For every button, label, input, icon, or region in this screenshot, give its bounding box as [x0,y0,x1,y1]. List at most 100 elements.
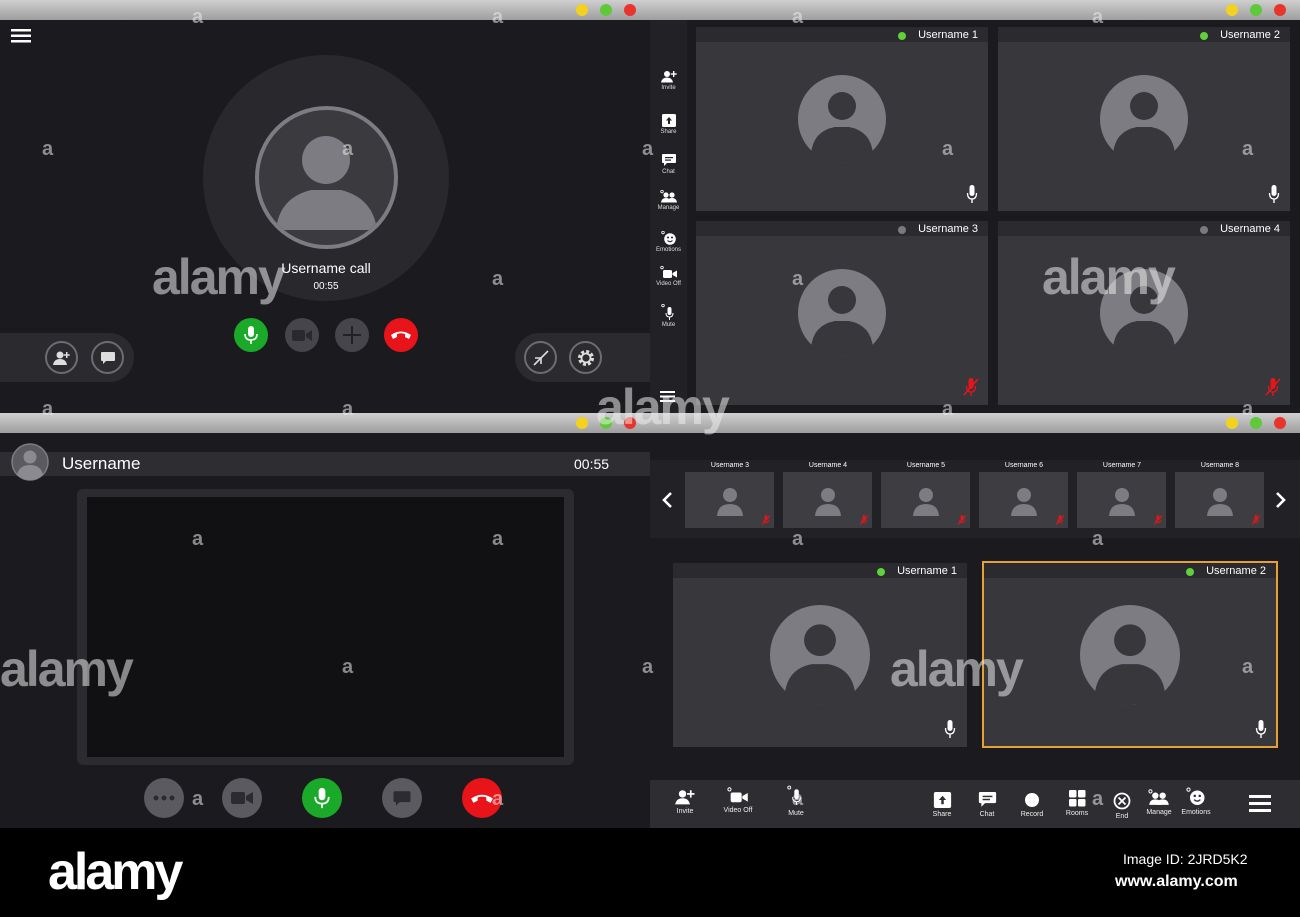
thumbnail-video [685,472,774,528]
mic-icon [1268,185,1280,203]
thumbnail-video [979,472,1068,528]
manage-icon [659,190,677,203]
menu-icon[interactable] [11,29,31,43]
toolbar-invite[interactable]: Invite [665,789,705,815]
toolbar-share[interactable]: Share [922,792,962,818]
record-icon [1025,793,1039,807]
minimize-button[interactable] [1226,417,1238,429]
watermark-mark: a [792,788,804,810]
watermark-mark: a [42,398,54,420]
status-online-dot [1186,568,1194,576]
call-timer: 00:55 [574,456,610,472]
avatar [798,75,886,163]
participant-thumbnail[interactable]: Username 3 [685,460,775,528]
close-button[interactable] [1274,417,1286,429]
sidebar-item-share[interactable]: Share [650,114,687,135]
chat-button[interactable] [91,341,124,374]
maximize-button[interactable] [600,4,612,16]
watermark-mark: a [942,138,954,160]
mic-button[interactable] [302,778,342,818]
chat-icon [661,154,676,166]
toolbar-record[interactable]: Record [1012,792,1052,818]
avatar [717,488,743,516]
add-button[interactable] [335,318,369,352]
close-button[interactable] [1274,4,1286,16]
more-button[interactable] [144,778,184,818]
minimize-button[interactable] [1226,4,1238,16]
participant-name: Username 1 [897,565,957,577]
mic-button[interactable] [234,318,268,352]
sidebar-item-manage[interactable]: Manage [650,190,687,211]
sidebar-item-mute[interactable]: Mute [650,304,687,328]
thumbnail-video [1175,472,1264,528]
toolbar-emotions[interactable]: Emotions [1176,787,1216,816]
share-icon [661,114,676,127]
menu-icon[interactable] [1249,795,1271,812]
end-call-button[interactable] [384,318,418,352]
emotions-icon [660,231,676,245]
watermark-mark: a [342,138,354,160]
watermark-mark: a [492,788,504,810]
hangup-icon [471,794,493,803]
chat-icon [100,351,115,364]
status-offline-dot [898,226,906,234]
participant-tile[interactable]: Username 3 [696,221,988,405]
image-id: Image ID: 2JRD5K2 [1123,851,1248,867]
watermark-mark: a [342,398,354,420]
prev-arrow[interactable] [660,491,674,509]
video-button[interactable] [222,778,262,818]
watermark-brand: alamy [0,641,134,697]
toolbar-chat[interactable]: Chat [967,792,1007,818]
participant-name: Username 2 [1220,29,1280,41]
participant-thumbnail[interactable]: Username 4 [783,460,873,528]
speaker-window: Username 3 Username 4 Username 5 Username 6… [650,413,1300,828]
plus-icon [343,326,361,344]
participant-tile[interactable]: Username 1 [696,27,988,211]
participant-name: Username 2 [1206,565,1266,577]
active-speaker-tile[interactable]: Username 2 [982,561,1278,748]
sidebar-item-video-off[interactable]: Video Off [650,266,687,287]
thumbnail-name: Username 4 [808,462,848,469]
watermark-brand: alamy [890,641,1024,697]
avatar [1011,488,1037,516]
participant-thumbnail[interactable]: Username 6 [979,460,1069,528]
minimize-call-button[interactable] [524,341,557,374]
maximize-button[interactable] [1250,4,1262,16]
avatar [1080,605,1180,705]
participant-thumbnail[interactable]: Username 8 [1175,460,1265,528]
thumbnail-name: Username 7 [1102,462,1142,469]
watermark-mark: a [492,6,504,28]
sidebar-item-chat[interactable]: Chat [650,154,687,175]
avatar [255,106,398,249]
settings-button[interactable] [569,341,602,374]
watermark-mark: a [792,528,804,550]
close-button[interactable] [624,4,636,16]
next-arrow[interactable] [1274,491,1288,509]
watermark-mark: a [642,656,654,678]
add-user-button[interactable] [45,341,78,374]
sidebar-item-invite[interactable]: Invite [650,70,687,91]
toolbar-rooms[interactable]: Rooms [1057,790,1097,817]
chat-button[interactable] [382,778,422,818]
watermark-mark: a [1092,528,1104,550]
status-online-dot [1200,32,1208,40]
minimize-button[interactable] [576,417,588,429]
status-online-dot [877,568,885,576]
title-bar [0,0,650,20]
toolbar-end[interactable]: End [1102,792,1142,820]
video-button[interactable] [285,318,319,352]
participant-thumbnail[interactable]: Username 5 [881,460,971,528]
watermark-mark: a [1092,6,1104,28]
mic-icon [1255,720,1267,738]
watermark-mark: a [792,6,804,28]
toolbar-manage[interactable]: Manage [1139,789,1179,816]
minimize-button[interactable] [576,4,588,16]
toolbar-video-off[interactable]: Video Off [718,787,758,814]
participant-thumbnail[interactable]: Username 7 [1077,460,1167,528]
participant-name: Username 1 [918,29,978,41]
mic-muted-icon [1153,515,1163,525]
participant-tile[interactable]: Username 2 [998,27,1290,211]
video-icon [292,329,312,341]
watermark-mark: a [192,528,204,550]
sidebar-item-emotions[interactable]: Emotions [650,231,687,253]
